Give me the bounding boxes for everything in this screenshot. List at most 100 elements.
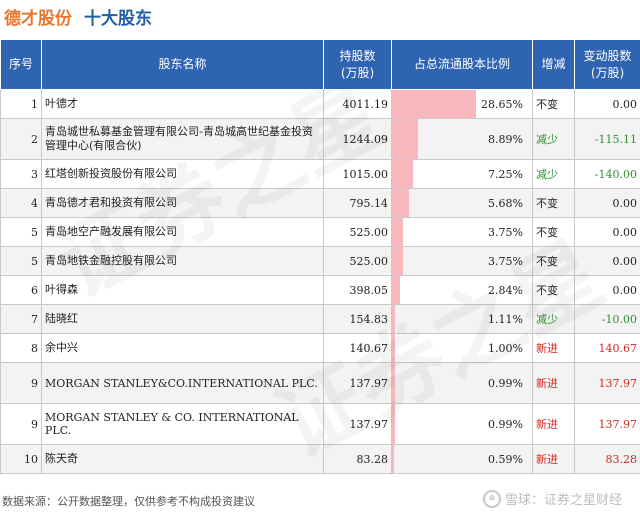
row-index: 10 xyxy=(0,444,42,474)
ratio-value: 3.75% xyxy=(488,254,523,268)
shares-held: 83.28 xyxy=(323,444,392,474)
row-index: 3 xyxy=(0,159,42,189)
ratio-value: 28.65% xyxy=(481,97,523,111)
change-status: 新进 xyxy=(532,333,575,363)
shareholder-name: 青岛城世私募基金管理有限公司-青岛城高世纪基金投资管理中心(有限合伙) xyxy=(41,118,324,160)
table-header-row: 序号 股东名称 持股数 (万股) 占总流通股本比例 增减 变动股数 (万股) xyxy=(0,39,640,90)
table-body: 1 叶德才 4011.19 28.65% 不变 0.00 2 青岛城世私募基金管理有限公司-青… xyxy=(0,89,640,474)
shareholder-name: 青岛地铁金融控股有限公司 xyxy=(41,246,324,276)
row-index: 5 xyxy=(0,217,42,247)
row-index: 1 xyxy=(0,89,42,119)
change-status: 减少 xyxy=(532,304,575,334)
shares-held: 140.67 xyxy=(323,333,392,363)
shares-held: 1244.09 xyxy=(323,118,392,160)
shareholder-name: 青岛德才君和投资有限公司 xyxy=(41,188,324,218)
ratio-cell: 28.65% xyxy=(391,89,533,119)
change-status: 不变 xyxy=(532,188,575,218)
section-title: 十大股东 xyxy=(84,8,152,29)
brand-label: 雪球：证券之星财经 xyxy=(504,493,622,508)
data-source-note: 数据来源：公开数据整理，仅供参考不构成投资建议 xyxy=(2,495,255,508)
ratio-cell: 0.99% xyxy=(391,362,533,404)
change-status: 新进 xyxy=(532,362,575,404)
ratio-value: 1.11% xyxy=(488,312,523,326)
footer: 数据来源：公开数据整理，仅供参考不构成投资建议 ❄ 雪球：证券之星财经 xyxy=(0,489,640,511)
change-shares: 0.00 xyxy=(574,217,640,247)
change-status: 新进 xyxy=(532,444,575,474)
ratio-value: 0.99% xyxy=(488,417,523,431)
change-shares: -10.00 xyxy=(574,304,640,334)
change-shares: 0.00 xyxy=(574,89,640,119)
row-index: 5 xyxy=(0,246,42,276)
shares-held: 1015.00 xyxy=(323,159,392,189)
shareholder-name: 叶德才 xyxy=(41,89,324,119)
row-index: 2 xyxy=(0,118,42,160)
ratio-value: 7.25% xyxy=(488,167,523,181)
header-status: 增减 xyxy=(532,39,575,90)
shareholder-name: MORGAN STANLEY&CO.INTERNATIONAL PLC. xyxy=(41,362,324,404)
change-shares: -140.00 xyxy=(574,159,640,189)
shareholder-name: 红塔创新投资股份有限公司 xyxy=(41,159,324,189)
ratio-cell: 0.59% xyxy=(391,444,533,474)
row-index: 9 xyxy=(0,403,42,445)
brand-mark: ❄ 雪球：证券之星财经 xyxy=(482,489,622,508)
row-index: 4 xyxy=(0,188,42,218)
ratio-cell: 3.75% xyxy=(391,246,533,276)
shares-held: 795.14 xyxy=(323,188,392,218)
ratio-value: 8.89% xyxy=(488,132,523,146)
table-row: 2 青岛城世私募基金管理有限公司-青岛城高世纪基金投资管理中心(有限合伙) 1244… xyxy=(0,118,640,160)
change-shares: 137.97 xyxy=(574,362,640,404)
ratio-cell: 2.84% xyxy=(391,275,533,305)
table-row: 9 MORGAN STANLEY&CO.INTERNATIONAL PLC. 137… xyxy=(0,362,640,404)
change-status: 不变 xyxy=(532,89,575,119)
ratio-value: 0.99% xyxy=(488,376,523,390)
row-index: 9 xyxy=(0,362,42,404)
ratio-value: 2.84% xyxy=(488,283,523,297)
row-index: 6 xyxy=(0,275,42,305)
change-status: 减少 xyxy=(532,118,575,160)
change-shares: -115.11 xyxy=(574,118,640,160)
company-name: 德才股份 xyxy=(4,8,72,29)
ratio-value: 5.68% xyxy=(488,196,523,210)
shareholder-name: 青岛地空产融发展有限公司 xyxy=(41,217,324,247)
table-row: 3 红塔创新投资股份有限公司 1015.00 7.25% 减少 -140.00 xyxy=(0,159,640,189)
shareholder-name: 叶得森 xyxy=(41,275,324,305)
ratio-cell: 5.68% xyxy=(391,188,533,218)
table-row: 7 陆晓红 154.83 1.11% 减少 -10.00 xyxy=(0,304,640,334)
table-row: 1 叶德才 4011.19 28.65% 不变 0.00 xyxy=(0,89,640,119)
change-status: 不变 xyxy=(532,246,575,276)
ratio-bar xyxy=(392,445,394,473)
shares-held: 525.00 xyxy=(323,246,392,276)
change-shares: 140.67 xyxy=(574,333,640,363)
change-status: 不变 xyxy=(532,217,575,247)
ratio-cell: 1.00% xyxy=(391,333,533,363)
shareholder-name: 余中兴 xyxy=(41,333,324,363)
header-ratio: 占总流通股本比例 xyxy=(391,39,533,90)
shares-held: 525.00 xyxy=(323,217,392,247)
table-row: 8 余中兴 140.67 1.00% 新进 140.67 xyxy=(0,333,640,363)
shares-held: 4011.19 xyxy=(323,89,392,119)
shareholder-name: 陆晓红 xyxy=(41,304,324,334)
ratio-value: 3.75% xyxy=(488,225,523,239)
ratio-cell: 3.75% xyxy=(391,217,533,247)
table-row: 4 青岛德才君和投资有限公司 795.14 5.68% 不变 0.00 xyxy=(0,188,640,218)
header-name: 股东名称 xyxy=(41,39,324,90)
change-status: 新进 xyxy=(532,403,575,445)
table-row: 9 MORGAN STANLEY & CO. INTERNATIONAL PLC.… xyxy=(0,403,640,445)
table-row: 6 叶得森 398.05 2.84% 不变 0.00 xyxy=(0,275,640,305)
ratio-value: 1.00% xyxy=(488,341,523,355)
header-index: 序号 xyxy=(0,39,42,90)
ratio-cell: 1.11% xyxy=(391,304,533,334)
change-shares: 83.28 xyxy=(574,444,640,474)
shares-held: 398.05 xyxy=(323,275,392,305)
ratio-value: 0.59% xyxy=(488,452,523,466)
header-shares: 持股数 (万股) xyxy=(323,39,392,90)
shares-held: 154.83 xyxy=(323,304,392,334)
shares-held: 137.97 xyxy=(323,362,392,404)
header-change: 变动股数 (万股) xyxy=(574,39,640,90)
ratio-cell: 7.25% xyxy=(391,159,533,189)
row-index: 7 xyxy=(0,304,42,334)
snowball-logo-icon: ❄ xyxy=(482,489,501,508)
shares-held: 137.97 xyxy=(323,403,392,445)
change-status: 不变 xyxy=(532,275,575,305)
shareholder-name: MORGAN STANLEY & CO. INTERNATIONAL PLC. xyxy=(41,403,324,445)
